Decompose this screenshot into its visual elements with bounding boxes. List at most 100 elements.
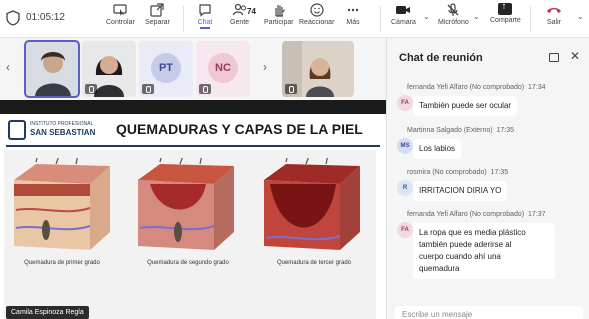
participant-tile[interactable] (24, 40, 80, 98)
slide-header-bar (0, 100, 386, 114)
message-meta: rosmira (No comprobado) 17:35 (407, 169, 508, 176)
share-button[interactable]: Comparte (490, 1, 521, 24)
caption-first-degree: Quemadura de primer grado (24, 260, 100, 266)
separar-button[interactable]: Separar (145, 3, 170, 26)
participant-tile[interactable]: PT (139, 41, 193, 97)
chevron-down-icon[interactable]: ⌄ (423, 12, 430, 21)
leave-button[interactable]: Salir (546, 3, 562, 26)
participant-tile[interactable] (82, 41, 136, 97)
more-icon (347, 8, 359, 12)
message-line: La ropa que es media plástico (419, 228, 526, 237)
participant-count: 74 (247, 7, 256, 16)
second-degree-burn-illustration (138, 158, 234, 250)
message-meta: fernanda Yefi Alfaro (No comprobado) 17:… (407, 211, 546, 218)
separar-label: Separar (145, 19, 170, 26)
chat-compose-input[interactable]: Escribe un mensaje (395, 306, 583, 319)
message-time: 17:37 (528, 211, 546, 218)
meeting-stage: ‹ PT NC › INSTITUTO PROFESIONAL SAN SEBA… (0, 38, 386, 319)
mic-off-icon (447, 3, 459, 16)
participar-label: Participar (264, 19, 294, 26)
react-button[interactable]: Reaccionar (299, 3, 334, 26)
camera-icon (396, 6, 411, 14)
avatar: PT (151, 53, 181, 83)
mic-off-icon (285, 84, 297, 94)
meeting-timer: 01:05:12 (26, 12, 65, 23)
message-bubble: También puede ser ocular (413, 96, 518, 116)
hand-icon (275, 5, 285, 17)
message-time: 17:35 (496, 127, 515, 134)
participant-video (25, 41, 79, 97)
message-bubble: La ropa que es media plástico también pu… (413, 223, 555, 279)
chevron-left-icon[interactable]: ‹ (6, 60, 10, 74)
message-line: también puede aderirse al (419, 240, 512, 249)
mas-label: Más (346, 19, 360, 26)
presenter-name-badge: Camila Espinoza Regla (6, 306, 89, 319)
participant-tile[interactable] (282, 41, 354, 97)
more-button[interactable]: Más (346, 3, 360, 26)
message-meta: Martinna Salgado (Externo) 17:35 (407, 127, 514, 134)
meeting-chat-panel: Chat de reunión ✕ fernanda Yefi Alfaro (… (386, 38, 589, 319)
avatar: FA (397, 95, 413, 111)
compartir-label: Comparte (490, 17, 521, 24)
emoji-icon (310, 3, 324, 17)
logo-mark-icon (8, 120, 26, 140)
divider (183, 6, 184, 32)
message-bubble: IRRITACION DIRIA YO (413, 181, 508, 201)
avatar: NC (208, 53, 238, 83)
share-icon (498, 1, 513, 15)
controlar-label: Controlar (106, 19, 135, 26)
participant-strip: ‹ PT NC › (0, 38, 386, 100)
hang-up-icon (547, 8, 561, 13)
avatar: FA (397, 222, 413, 238)
divider (530, 6, 531, 32)
raise-hand-button[interactable]: Participar (264, 3, 294, 26)
third-degree-burn-illustration (264, 158, 360, 250)
reaccionar-label: Reaccionar (299, 19, 335, 26)
slide-divider (6, 145, 380, 147)
chevron-down-icon[interactable]: ⌄ (577, 12, 584, 21)
slide-title: QUEMADURAS Y CAPAS DE LA PIEL (116, 121, 363, 137)
message-author: rosmira (No comprobado) (407, 169, 487, 176)
popout-icon (150, 3, 165, 17)
chevron-down-icon[interactable]: ⌄ (473, 12, 480, 21)
message-author: Martinna Salgado (Externo) (407, 127, 493, 134)
control-icon (113, 4, 127, 16)
institution-logo: INSTITUTO PROFESIONAL SAN SEBASTIAN (8, 120, 98, 140)
avatar: MS (397, 138, 413, 154)
mic-off-icon (142, 84, 154, 94)
message-meta: fernanda Yefi Alfaro (No comprobado) 17:… (407, 84, 546, 91)
message-line: quemadura (419, 264, 460, 273)
close-icon[interactable]: ✕ (570, 49, 580, 63)
skin-illustration-panel: Quemadura de primer grado Quemadura de s… (4, 150, 376, 319)
popout-icon[interactable] (549, 53, 559, 62)
chat-panel-title: Chat de reunión (399, 52, 483, 64)
people-icon (232, 3, 246, 16)
shared-slide: INSTITUTO PROFESIONAL SAN SEBASTIAN QUEM… (0, 100, 386, 319)
chat-icon (199, 4, 211, 17)
message-line: cuerpo cuando ahí una (419, 252, 501, 261)
institution-line2: SAN SEBASTIAN (30, 128, 96, 137)
chat-button[interactable]: Chat (194, 3, 216, 29)
divider (380, 6, 381, 32)
mic-off-icon (85, 84, 97, 94)
first-degree-burn-illustration (14, 158, 110, 250)
salir-label: Salir (546, 19, 561, 26)
caption-third-degree: Quemadura de tercer grado (276, 260, 352, 266)
chevron-right-icon[interactable]: › (263, 60, 267, 74)
controlar-button[interactable]: Controlar (106, 3, 135, 26)
mic-off-icon (199, 84, 211, 94)
shield-icon (6, 10, 20, 26)
message-bubble: Los labios (413, 139, 462, 159)
participant-tile[interactable]: NC (196, 41, 250, 97)
caption-second-degree: Quemadura de segundo grado (147, 260, 229, 266)
message-author: fernanda Yefi Alfaro (No comprobado) (407, 211, 525, 218)
meeting-toolbar: 01:05:12 Controlar Separar Chat Gente 74… (0, 0, 589, 38)
avatar: R (397, 180, 413, 196)
camera-button[interactable]: Cámara (391, 3, 416, 26)
camara-label: Cámara (391, 19, 416, 26)
message-time: 17:34 (528, 84, 546, 91)
gente-label: Gente (230, 19, 250, 26)
microphone-button[interactable]: Micrófono (438, 3, 469, 26)
chat-label: Chat (197, 19, 213, 26)
microfono-label: Micrófono (438, 19, 469, 26)
